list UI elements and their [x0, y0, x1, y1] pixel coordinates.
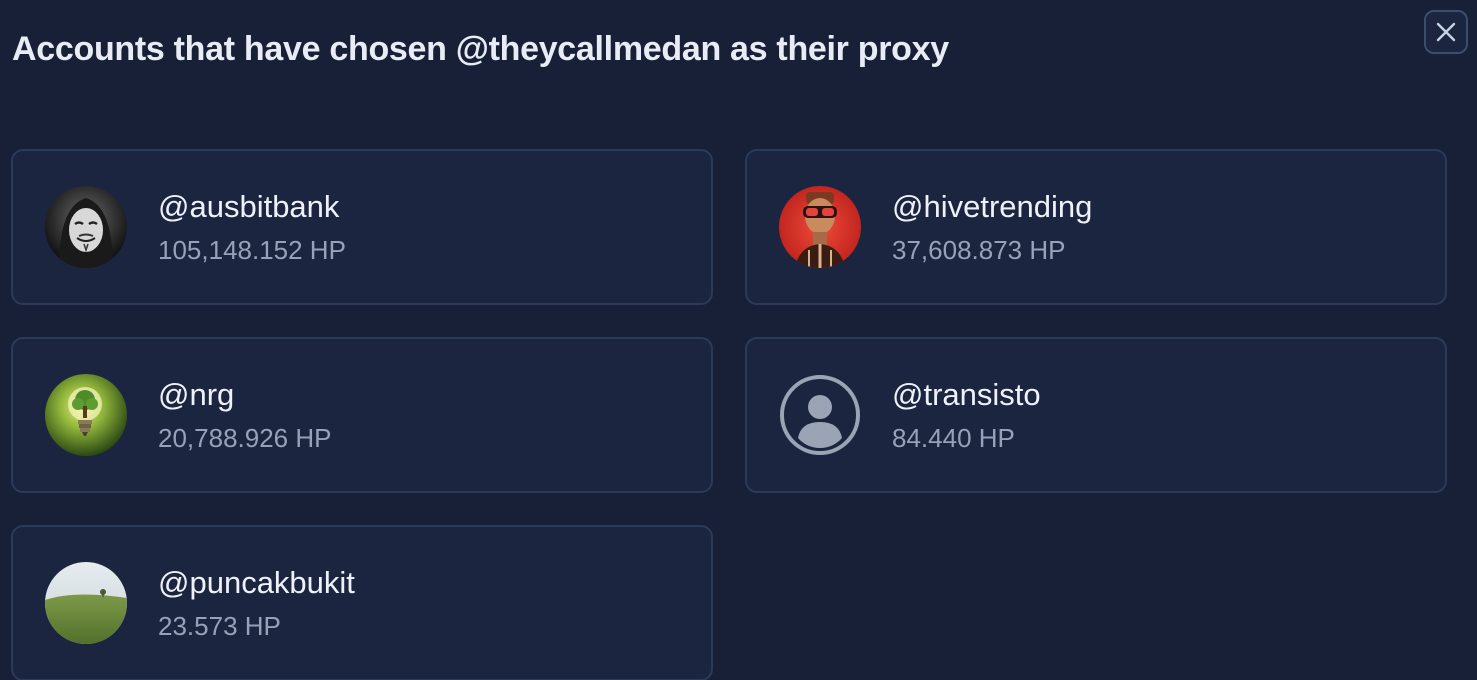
account-hp: 23.573 HP: [158, 611, 281, 641]
close-icon: [1436, 22, 1456, 42]
green-hill-avatar: [45, 562, 127, 644]
account-card-nrg[interactable]: @nrg 20,788.926 HP: [11, 337, 713, 493]
account-hp: 20,788.926 HP: [158, 423, 332, 453]
account-hp: 37,608.873 HP: [892, 235, 1066, 265]
robot-goggles-avatar: [779, 186, 861, 268]
account-hp: 84.440 HP: [892, 423, 1015, 453]
account-card-hivetrending[interactable]: @hivetrending 37,608.873 HP: [745, 149, 1447, 305]
account-name: @transisto: [892, 377, 1041, 412]
account-card-transisto[interactable]: @transisto 84.440 HP: [745, 337, 1447, 493]
lightbulb-tree-avatar: [45, 374, 127, 456]
account-name: @hivetrending: [892, 189, 1093, 224]
anonymous-mask-avatar: [45, 186, 127, 268]
default-user-avatar: [779, 374, 861, 456]
dialog-title: Accounts that have chosen @theycallmedan…: [12, 30, 949, 68]
account-card-puncakbukit[interactable]: @puncakbukit 23.573 HP: [11, 525, 713, 680]
proxy-accounts-dialog: Accounts that have chosen @theycallmedan…: [0, 0, 1477, 680]
account-name: @nrg: [158, 377, 235, 412]
account-name: @puncakbukit: [158, 565, 355, 600]
account-hp: 105,148.152 HP: [158, 235, 346, 265]
close-button[interactable]: [1424, 10, 1468, 54]
account-name: @ausbitbank: [158, 189, 340, 224]
account-card-ausbitbank[interactable]: @ausbitbank 105,148.152 HP: [11, 149, 713, 305]
